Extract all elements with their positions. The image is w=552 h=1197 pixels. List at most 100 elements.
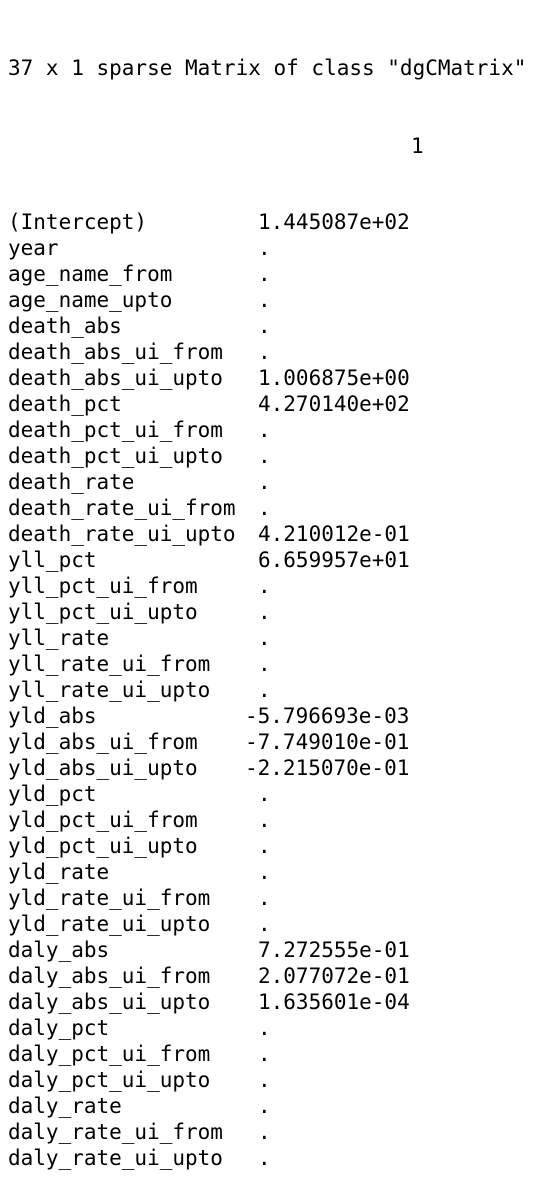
row-value: 1.635601e-04 bbox=[258, 990, 410, 1014]
matrix-row: yll_pct_ui_from. bbox=[8, 573, 526, 599]
row-name: year bbox=[8, 236, 59, 260]
matrix-row: daly_rate_ui_upto. bbox=[8, 1145, 526, 1171]
row-value: . bbox=[258, 444, 271, 468]
row-name: death_abs_ui_upto bbox=[8, 366, 223, 390]
matrix-row: daly_pct_ui_upto. bbox=[8, 1067, 526, 1093]
row-name: daly_pct bbox=[8, 1016, 110, 1040]
matrix-row: daly_pct_ui_from. bbox=[8, 1041, 526, 1067]
matrix-row: daly_abs 7.272555e-01 bbox=[8, 937, 526, 963]
row-value: . bbox=[258, 262, 271, 286]
matrix-row: yll_pct_ui_upto. bbox=[8, 599, 526, 625]
row-name: yld_rate_ui_from bbox=[8, 886, 211, 910]
matrix-row: death_pct_ui_upto. bbox=[8, 443, 526, 469]
row-value: . bbox=[258, 314, 271, 338]
row-name: daly_pct_ui_upto bbox=[8, 1068, 211, 1092]
matrix-row: age_name_from. bbox=[8, 261, 526, 287]
row-value: -7.749010e-01 bbox=[245, 730, 410, 754]
row-value: . bbox=[258, 1042, 271, 1066]
row-name: daly_abs bbox=[8, 938, 110, 962]
matrix-row: yld_rate. bbox=[8, 859, 526, 885]
row-name: age_name_upto bbox=[8, 288, 173, 312]
row-value: 1.445087e+02 bbox=[258, 210, 410, 234]
row-value: . bbox=[258, 1094, 271, 1118]
row-name: yll_rate bbox=[8, 626, 110, 650]
matrix-row: yld_abs -5.796693e-03 bbox=[8, 703, 526, 729]
row-name: death_abs_ui_from bbox=[8, 340, 223, 364]
row-value: . bbox=[258, 652, 271, 676]
matrix-row: death_rate_ui_from. bbox=[8, 495, 526, 521]
row-name: death_rate bbox=[8, 470, 135, 494]
matrix-row: yld_pct_ui_from. bbox=[8, 807, 526, 833]
row-name: yld_pct bbox=[8, 782, 97, 806]
row-name: yld_abs_ui_upto bbox=[8, 756, 198, 780]
row-name: yll_pct bbox=[8, 548, 97, 572]
row-name: (Intercept) bbox=[8, 210, 148, 234]
matrix-row: yll_rate_ui_upto. bbox=[8, 677, 526, 703]
row-name: yld_rate bbox=[8, 860, 110, 884]
matrix-rows: (Intercept) 1.445087e+02 year. age_name_fro… bbox=[8, 209, 526, 1171]
row-value: . bbox=[258, 886, 271, 910]
row-name: death_rate_ui_from bbox=[8, 496, 236, 520]
matrix-row: death_pct_ui_from. bbox=[8, 417, 526, 443]
matrix-row: death_pct 4.270140e+02 bbox=[8, 391, 526, 417]
matrix-row: yld_rate_ui_from. bbox=[8, 885, 526, 911]
matrix-row: yll_rate. bbox=[8, 625, 526, 651]
matrix-row: daly_rate. bbox=[8, 1093, 526, 1119]
matrix-row: yll_pct 6.659957e+01 bbox=[8, 547, 526, 573]
row-value: . bbox=[258, 860, 271, 884]
matrix-row: yld_pct_ui_upto. bbox=[8, 833, 526, 859]
row-value: . bbox=[258, 782, 271, 806]
row-value: . bbox=[258, 340, 271, 364]
row-name: daly_abs_ui_from bbox=[8, 964, 211, 988]
matrix-row: death_abs. bbox=[8, 313, 526, 339]
row-value: . bbox=[258, 574, 271, 598]
matrix-row: age_name_upto. bbox=[8, 287, 526, 313]
row-name: death_abs bbox=[8, 314, 122, 338]
row-name: yld_abs bbox=[8, 704, 97, 728]
row-value: 2.077072e-01 bbox=[258, 964, 410, 988]
row-name: death_pct bbox=[8, 392, 122, 416]
row-name: yll_pct_ui_from bbox=[8, 574, 198, 598]
row-name: death_rate_ui_upto bbox=[8, 522, 236, 546]
matrix-row: (Intercept) 1.445087e+02 bbox=[8, 209, 526, 235]
row-name: death_pct_ui_from bbox=[8, 418, 223, 442]
matrix-row: yll_rate_ui_from. bbox=[8, 651, 526, 677]
row-value: . bbox=[258, 288, 271, 312]
matrix-row: death_abs_ui_upto 1.006875e+00 bbox=[8, 365, 526, 391]
row-value: -5.796693e-03 bbox=[245, 704, 410, 728]
row-name: yll_rate_ui_from bbox=[8, 652, 211, 676]
row-value: 4.210012e-01 bbox=[258, 522, 410, 546]
row-value: . bbox=[258, 236, 271, 260]
row-value: . bbox=[258, 496, 271, 520]
row-value: . bbox=[258, 470, 271, 494]
matrix-header: 37 x 1 sparse Matrix of class "dgCMatrix… bbox=[8, 56, 527, 80]
row-name: yll_pct_ui_upto bbox=[8, 600, 198, 624]
row-name: daly_rate_ui_from bbox=[8, 1120, 223, 1144]
matrix-row: daly_pct. bbox=[8, 1015, 526, 1041]
matrix-row: year. bbox=[8, 235, 526, 261]
row-name: yll_rate_ui_upto bbox=[8, 678, 211, 702]
row-value: 1.006875e+00 bbox=[258, 366, 410, 390]
row-value: -2.215070e-01 bbox=[245, 756, 410, 780]
row-name: age_name_from bbox=[8, 262, 173, 286]
column-header: 1 bbox=[8, 133, 526, 158]
matrix-row: yld_pct. bbox=[8, 781, 526, 807]
row-value: . bbox=[258, 1068, 271, 1092]
matrix-row: death_rate. bbox=[8, 469, 526, 495]
matrix-row: yld_abs_ui_from -7.749010e-01 bbox=[8, 729, 526, 755]
column-header-label: 1 bbox=[411, 134, 424, 158]
row-value: . bbox=[258, 418, 271, 442]
row-value: . bbox=[258, 808, 271, 832]
row-value: . bbox=[258, 600, 271, 624]
row-name: daly_abs_ui_upto bbox=[8, 990, 211, 1014]
row-name: yld_rate_ui_upto bbox=[8, 912, 211, 936]
row-name: daly_rate bbox=[8, 1094, 122, 1118]
row-value: . bbox=[258, 626, 271, 650]
matrix-row: daly_abs_ui_upto 1.635601e-04 bbox=[8, 989, 526, 1015]
row-name: daly_pct_ui_from bbox=[8, 1042, 211, 1066]
row-value: . bbox=[258, 912, 271, 936]
row-value: . bbox=[258, 1120, 271, 1144]
row-value: . bbox=[258, 1016, 271, 1040]
row-name: yld_pct_ui_from bbox=[8, 808, 198, 832]
matrix-row: yld_rate_ui_upto. bbox=[8, 911, 526, 937]
